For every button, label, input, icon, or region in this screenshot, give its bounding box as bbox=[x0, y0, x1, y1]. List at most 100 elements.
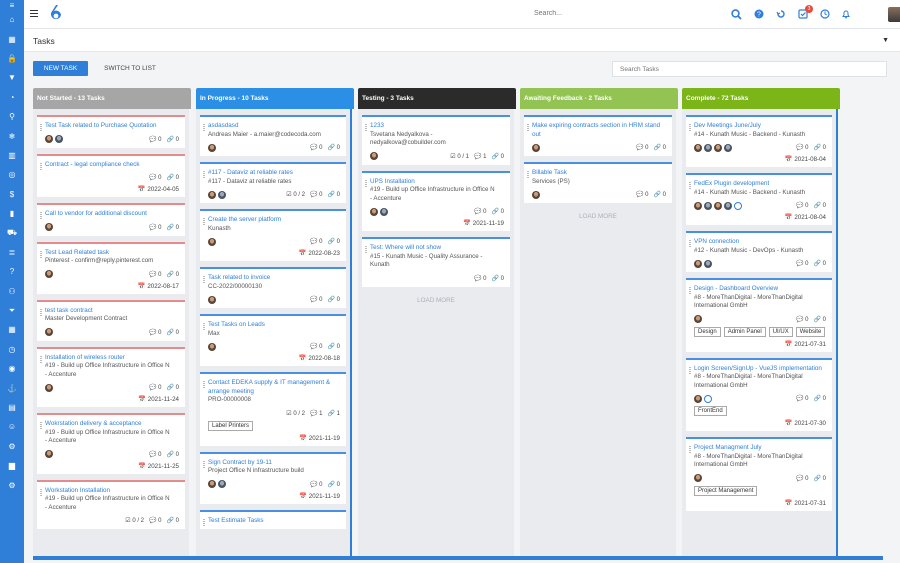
filter-icon[interactable]: ▼ bbox=[0, 68, 24, 87]
task-title-link[interactable]: test task contract bbox=[45, 307, 179, 316]
drag-handle-icon[interactable] bbox=[527, 124, 529, 131]
task-card[interactable]: Create the server platform Kunasth 💬 0 🔗 0 📅… bbox=[200, 209, 346, 261]
car-icon[interactable]: ⛟ bbox=[0, 223, 24, 242]
task-card[interactable]: Project Managment July #8 - MoreThanDigit… bbox=[686, 437, 832, 511]
list-icon[interactable]: ≣ bbox=[0, 243, 24, 262]
search-tasks-input[interactable] bbox=[612, 61, 887, 77]
task-card[interactable]: asdasdasd Andreas Maier - a.maier@codecod… bbox=[200, 115, 346, 156]
task-card[interactable]: Dev Meetings June/July #14 - Kunath Music… bbox=[686, 115, 832, 167]
drag-handle-icon[interactable] bbox=[40, 124, 42, 131]
task-title-link[interactable]: Test Estimate Tasks bbox=[208, 517, 340, 526]
task-title-link[interactable]: Test Tasks on Leads bbox=[208, 321, 340, 330]
switch-to-list-button[interactable]: SWITCH TO LIST bbox=[98, 61, 162, 76]
avatar[interactable] bbox=[694, 259, 702, 268]
history-icon[interactable] bbox=[775, 9, 787, 21]
task-card[interactable]: Test Lead Related task Pinterest - confir… bbox=[37, 241, 185, 294]
add-user-icon[interactable] bbox=[734, 201, 742, 210]
new-task-button[interactable]: NEW TASK bbox=[33, 61, 88, 76]
search-icon[interactable] bbox=[730, 9, 742, 21]
drag-handle-icon[interactable] bbox=[40, 308, 42, 316]
dollar-icon[interactable]: $ bbox=[0, 185, 24, 204]
avatar[interactable] bbox=[45, 223, 53, 231]
task-card[interactable]: #117 - Dataviz at reliable rates #117 - D… bbox=[200, 162, 346, 203]
cogs-icon[interactable]: ⚙ bbox=[0, 437, 24, 456]
avatar[interactable] bbox=[45, 135, 53, 143]
task-card[interactable]: Task related to invoice CC-2022/00000130 💬… bbox=[200, 267, 346, 308]
drag-handle-icon[interactable] bbox=[527, 171, 529, 178]
avatar[interactable] bbox=[45, 270, 53, 278]
drag-handle-icon[interactable] bbox=[689, 124, 691, 131]
globe-icon[interactable]: ◎ bbox=[0, 165, 24, 184]
tag-badge[interactable]: Project Management bbox=[694, 485, 758, 496]
task-title-link[interactable]: Call to vendor for additional discount bbox=[45, 210, 179, 219]
anchor-icon[interactable]: ⚓ bbox=[0, 378, 24, 397]
global-search-input[interactable] bbox=[534, 10, 684, 17]
avatar[interactable] bbox=[218, 480, 226, 488]
task-card[interactable]: Test Task related to Purchase Quotation 💬… bbox=[37, 115, 185, 148]
task-title-link[interactable]: Dev Meetings June/July bbox=[694, 122, 826, 131]
avatar[interactable] bbox=[694, 315, 702, 323]
user-icon[interactable]: ◉ bbox=[0, 359, 24, 378]
load-more-button[interactable]: LOAD MORE bbox=[524, 209, 672, 226]
help-icon[interactable]: ? bbox=[0, 262, 24, 281]
task-title-link[interactable]: Project Managment July bbox=[694, 444, 826, 453]
bell-icon[interactable] bbox=[840, 9, 852, 21]
drag-handle-icon[interactable] bbox=[689, 446, 691, 453]
calendar-icon[interactable]: ▦ bbox=[0, 29, 24, 48]
avatar[interactable] bbox=[704, 143, 712, 152]
task-title-link[interactable]: asdasdasd bbox=[208, 122, 340, 131]
tag-badge[interactable]: Website bbox=[795, 326, 826, 337]
task-title-link[interactable]: Task related to invoice bbox=[208, 274, 340, 283]
task-card[interactable]: FedEx Plugin development #14 - Kunath Mus… bbox=[686, 173, 832, 225]
menu-icon[interactable]: ≡ bbox=[0, 0, 24, 10]
avatar[interactable] bbox=[45, 328, 53, 336]
task-title-link[interactable]: Wokrstation delivery & acceptance bbox=[45, 420, 179, 429]
avatar[interactable] bbox=[724, 201, 732, 210]
funnel-icon[interactable]: ⏷ bbox=[0, 301, 24, 320]
avatar[interactable] bbox=[714, 143, 722, 152]
calendar2-icon[interactable]: ▦ bbox=[0, 320, 24, 339]
task-title-link[interactable]: Login Screen/SignUp - VueJS implementati… bbox=[694, 365, 826, 374]
task-card[interactable]: Installation of wireless router #19 - Bui… bbox=[37, 346, 185, 407]
bar-chart-icon[interactable]: ▮ bbox=[0, 204, 24, 223]
task-card[interactable]: Contact EDEKA supply & IT management & a… bbox=[200, 372, 346, 446]
drag-handle-icon[interactable] bbox=[40, 422, 42, 429]
drag-handle-icon[interactable] bbox=[689, 240, 691, 247]
dashboard-icon[interactable]: ⌂ bbox=[0, 10, 24, 29]
task-title-link[interactable]: Design - Dashboard Overview bbox=[694, 285, 826, 294]
drag-handle-icon[interactable] bbox=[365, 124, 367, 131]
task-title-link[interactable]: Workstation Installation bbox=[45, 487, 179, 496]
task-title-link[interactable]: Test Task related to Purchase Quotation bbox=[45, 122, 179, 131]
help-icon[interactable]: ? bbox=[753, 9, 765, 21]
filter-icon[interactable]: ▼ bbox=[882, 37, 889, 44]
avatar[interactable] bbox=[532, 143, 540, 152]
avatar[interactable] bbox=[694, 143, 702, 152]
avatar[interactable] bbox=[694, 201, 702, 210]
avatar[interactable] bbox=[45, 450, 53, 458]
drag-handle-icon[interactable] bbox=[203, 323, 205, 330]
drag-handle-icon[interactable] bbox=[689, 287, 691, 294]
app-logo[interactable] bbox=[48, 4, 64, 23]
drag-handle-icon[interactable] bbox=[203, 518, 205, 526]
task-card[interactable]: 1233 Tsvetana Nedyalkova - nedyalkova@cobu… bbox=[362, 115, 510, 165]
clock-icon[interactable]: ◷ bbox=[0, 340, 24, 359]
avatar[interactable] bbox=[45, 383, 53, 392]
book-icon[interactable]: ▤ bbox=[0, 398, 24, 417]
drag-handle-icon[interactable] bbox=[40, 250, 42, 258]
drag-handle-icon[interactable] bbox=[40, 212, 42, 219]
tag-badge[interactable]: FrontEnd bbox=[694, 406, 727, 416]
task-title-link[interactable]: Make expiring contracts section in HRM s… bbox=[532, 122, 666, 139]
drag-handle-icon[interactable] bbox=[40, 488, 42, 496]
drag-handle-icon[interactable] bbox=[365, 246, 367, 253]
hamburger-menu-icon[interactable] bbox=[30, 10, 38, 18]
add-user-icon[interactable] bbox=[704, 394, 712, 403]
task-card[interactable]: Billable Task Services (PS) 💬 0 🔗 0 bbox=[524, 162, 672, 203]
avatar[interactable] bbox=[704, 259, 712, 268]
horizontal-scrollbar[interactable] bbox=[33, 556, 883, 560]
tag-badge[interactable]: Design bbox=[694, 326, 721, 337]
task-card[interactable]: Test Estimate Tasks bbox=[200, 509, 346, 529]
avatar[interactable] bbox=[724, 143, 732, 152]
drag-handle-icon[interactable] bbox=[203, 460, 205, 468]
avatar[interactable] bbox=[208, 480, 216, 488]
task-card[interactable]: Test: Where will not show #15 - Kunath Mu… bbox=[362, 237, 510, 287]
